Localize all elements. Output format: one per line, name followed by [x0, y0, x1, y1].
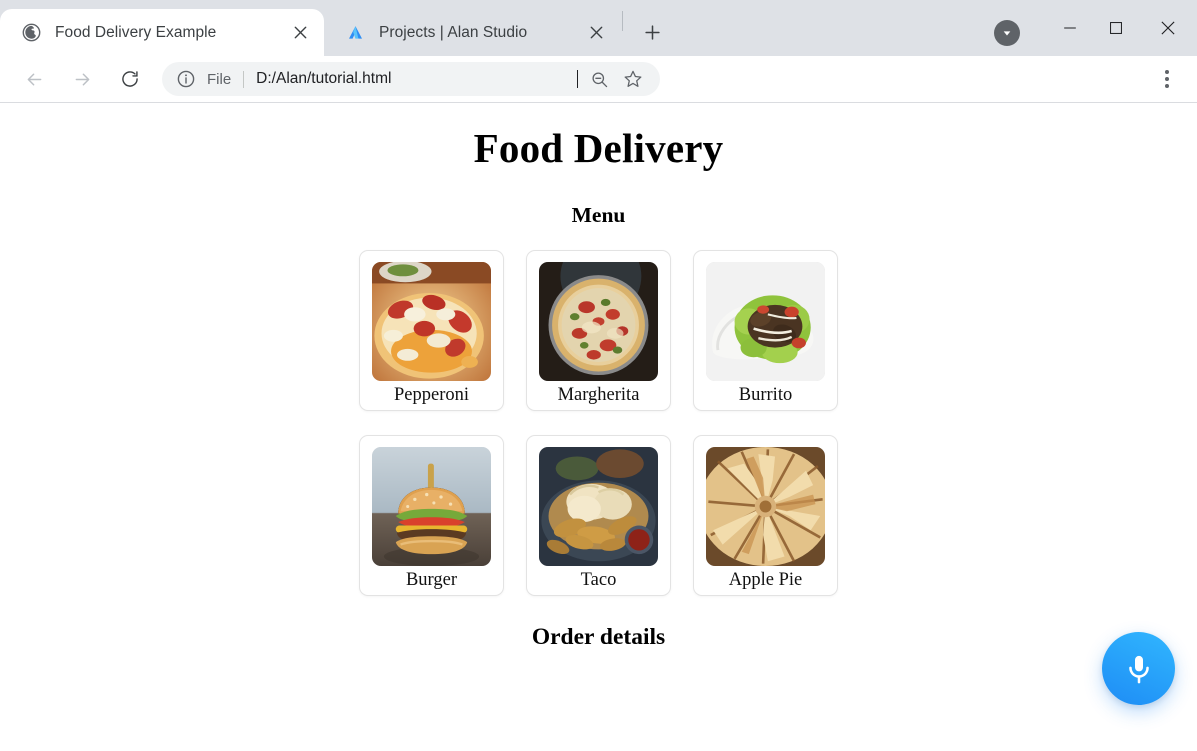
- taco-photo: [539, 447, 658, 567]
- alan-voice-button[interactable]: [1102, 632, 1175, 705]
- order-details-heading: Order details: [531, 624, 666, 651]
- tab-divider: [622, 11, 623, 31]
- menu-card-label: Burger: [405, 570, 458, 591]
- menu-card-margherita[interactable]: Margherita: [526, 250, 671, 412]
- text-caret: [577, 70, 578, 88]
- back-arrow-icon[interactable]: [15, 60, 53, 98]
- reload-icon[interactable]: [111, 60, 149, 98]
- burrito-photo: [706, 262, 825, 382]
- menu-card-label: Margherita: [557, 385, 640, 406]
- zoom-out-icon[interactable]: [586, 66, 612, 92]
- window-controls: [994, 0, 1197, 56]
- menu-heading: Menu: [571, 203, 626, 228]
- tab-projects-alan-studio[interactable]: Projects | Alan Studio: [324, 9, 620, 56]
- menu-card-apple-pie[interactable]: Apple Pie: [693, 435, 838, 597]
- new-tab-button[interactable]: [637, 17, 667, 47]
- tab-strip: Food Delivery Example Projects | Alan St…: [0, 0, 1197, 56]
- margherita-pizza-photo: [539, 262, 658, 382]
- tab-close-icon[interactable]: [288, 21, 312, 45]
- globe-icon: [22, 23, 41, 42]
- menu-card-label: Taco: [580, 570, 617, 591]
- microphone-icon: [1128, 655, 1149, 683]
- url-scheme-label: File: [207, 70, 232, 88]
- tab-title: Projects | Alan Studio: [379, 23, 528, 41]
- menu-card-burrito[interactable]: Burrito: [693, 250, 838, 412]
- kebab-menu-icon[interactable]: [1149, 61, 1185, 97]
- star-icon[interactable]: [620, 66, 646, 92]
- menu-card-taco[interactable]: Taco: [526, 435, 671, 597]
- close-window-button[interactable]: [1139, 0, 1197, 56]
- info-circle-icon[interactable]: [176, 69, 196, 89]
- tab-title: Food Delivery Example: [55, 23, 217, 41]
- forward-arrow-icon[interactable]: [63, 60, 101, 98]
- menu-card-label: Pepperoni: [393, 385, 469, 406]
- browser-window: Food Delivery Example Projects | Alan St…: [0, 0, 1197, 751]
- omnibox-divider: [243, 70, 245, 88]
- apple-pie-photo: [706, 447, 825, 567]
- page-viewport: Food Delivery Menu Pepperoni Margherita …: [0, 103, 1197, 751]
- maximize-button[interactable]: [1093, 0, 1139, 56]
- menu-card-pepperoni[interactable]: Pepperoni: [359, 250, 504, 412]
- download-icon[interactable]: [994, 20, 1020, 46]
- menu-card-label: Apple Pie: [728, 570, 803, 591]
- minimize-button[interactable]: [1047, 0, 1093, 56]
- menu-row: Burger Taco Apple Pie: [359, 435, 838, 597]
- address-bar[interactable]: File D:/Alan/tutorial.html: [162, 62, 660, 96]
- alan-logo-icon: [346, 23, 365, 42]
- tab-food-delivery-example[interactable]: Food Delivery Example: [0, 9, 324, 56]
- menu-card-burger[interactable]: Burger: [359, 435, 504, 597]
- menu-card-label: Burrito: [738, 385, 793, 406]
- browser-toolbar: File D:/Alan/tutorial.html: [0, 56, 1197, 103]
- menu-grid: Pepperoni Margherita Burrito Burger Taco…: [0, 250, 1197, 597]
- pepperoni-pizza-photo: [372, 262, 491, 382]
- url-text[interactable]: D:/Alan/tutorial.html: [256, 70, 578, 88]
- food-delivery-page: Food Delivery Menu Pepperoni Margherita …: [0, 103, 1197, 651]
- burger-photo: [372, 447, 491, 567]
- page-title: Food Delivery: [473, 125, 724, 171]
- tab-close-icon[interactable]: [584, 21, 608, 45]
- menu-row: Pepperoni Margherita Burrito: [359, 250, 838, 412]
